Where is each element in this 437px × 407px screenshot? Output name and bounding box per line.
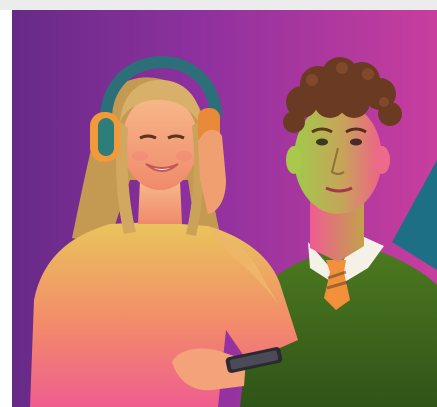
boy-face xyxy=(294,102,382,214)
top-strip xyxy=(0,0,437,10)
hero-illustration xyxy=(12,10,437,407)
hero-photo xyxy=(12,10,437,407)
screenshot-frame xyxy=(0,0,437,407)
